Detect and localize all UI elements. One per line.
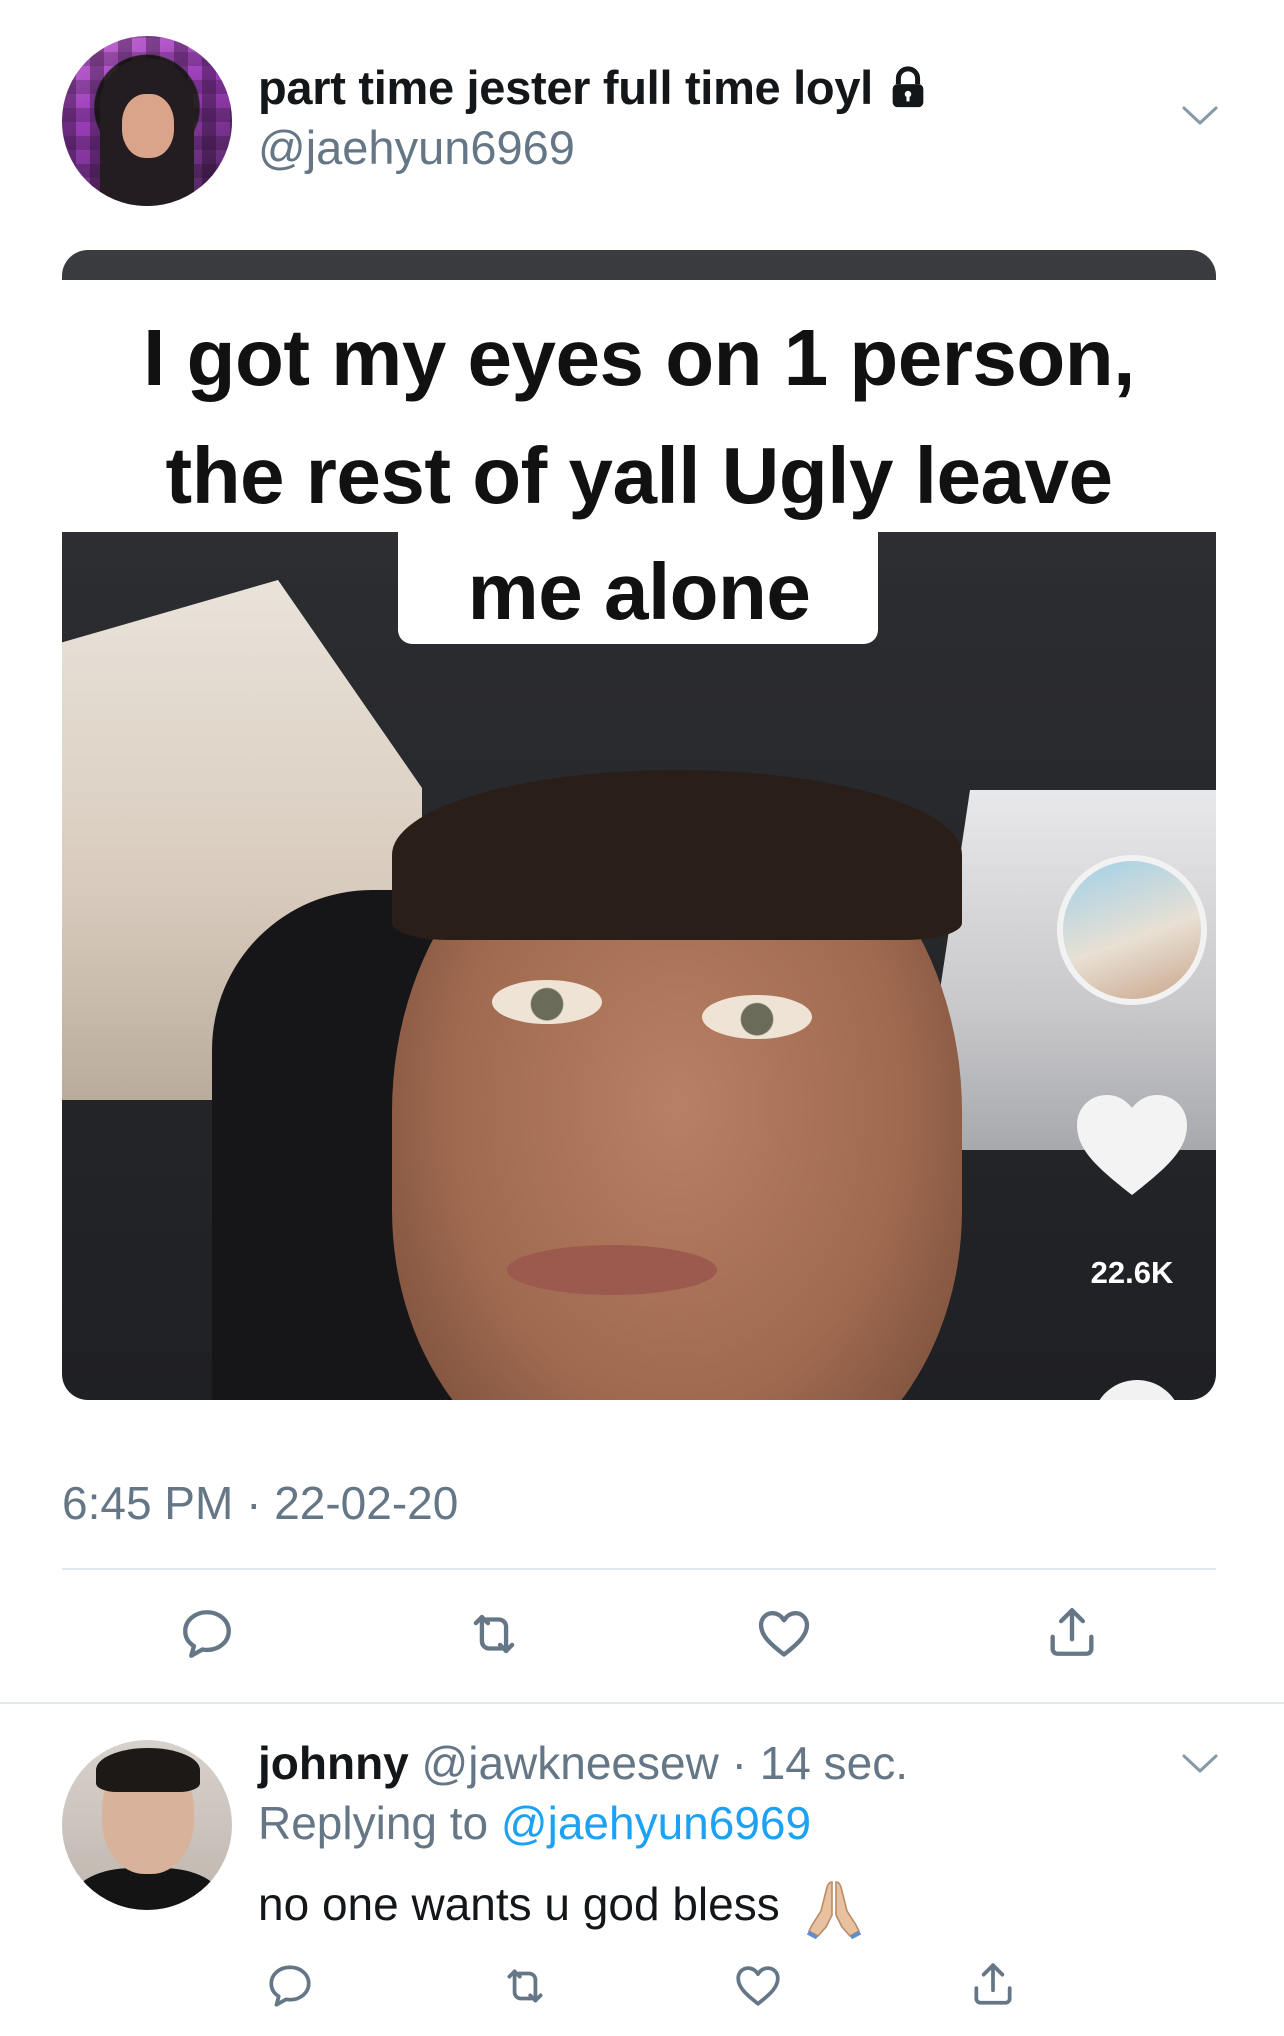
- chevron-down-icon[interactable]: [1180, 1752, 1220, 1776]
- retweet-icon[interactable]: [497, 1958, 553, 2014]
- author-avatar[interactable]: [62, 36, 232, 206]
- media-caption-line: the rest of yall Ugly leave: [165, 431, 1113, 520]
- reply-icon[interactable]: [175, 1602, 239, 1666]
- chevron-down-icon[interactable]: [1180, 104, 1220, 128]
- lock-icon: [885, 65, 931, 111]
- share-icon[interactable]: [965, 1956, 1021, 2012]
- reply-display-name[interactable]: johnny: [258, 1737, 409, 1789]
- media-caption-line: I got my eyes on 1 person,: [143, 313, 1135, 402]
- share-icon[interactable]: [1040, 1600, 1104, 1664]
- tweet-detail-page: part time jester full time loyl @jaehyun…: [0, 0, 1284, 2036]
- author-handle[interactable]: @jaehyun6969: [258, 120, 575, 175]
- tweet-timestamp: 6:45 PM · 22-02-20: [62, 1477, 459, 1529]
- like-icon[interactable]: [730, 1958, 786, 2014]
- author-display-name[interactable]: part time jester full time loyl: [258, 60, 873, 115]
- reply-handle[interactable]: @jawkneesew: [422, 1737, 719, 1789]
- heart-icon: [1072, 1090, 1192, 1200]
- divider: [62, 1568, 1216, 1570]
- divider: [0, 1702, 1284, 1704]
- retweet-icon[interactable]: [462, 1602, 526, 1666]
- media-caption-line: me alone: [467, 547, 811, 636]
- reply-body: no one wants u god bless: [258, 1878, 780, 1931]
- reply-author-avatar[interactable]: [62, 1740, 232, 1910]
- replying-prefix: Replying to: [258, 1797, 489, 1849]
- replying-to-mention[interactable]: @jaehyun6969: [501, 1797, 811, 1849]
- tweet-media-image[interactable]: I got my eyes on 1 person, the rest of y…: [62, 250, 1216, 1400]
- separator: ·: [731, 1737, 747, 1789]
- author-name-row: part time jester full time loyl: [258, 60, 931, 115]
- replying-to: Replying to @jaehyun6969: [258, 1796, 811, 1850]
- reply-header: johnny @jawkneesew · 14 sec.: [258, 1736, 908, 1790]
- overlay-like-count: 22.6K: [1090, 1255, 1174, 1290]
- folded-hands-emoji: [802, 1876, 866, 1940]
- creator-avatar: [1057, 855, 1207, 1005]
- reply-time: 14 sec.: [759, 1737, 909, 1789]
- like-icon[interactable]: [752, 1602, 816, 1666]
- reply-text: no one wants u god bless: [258, 1876, 866, 1940]
- reply-icon[interactable]: [262, 1958, 318, 2014]
